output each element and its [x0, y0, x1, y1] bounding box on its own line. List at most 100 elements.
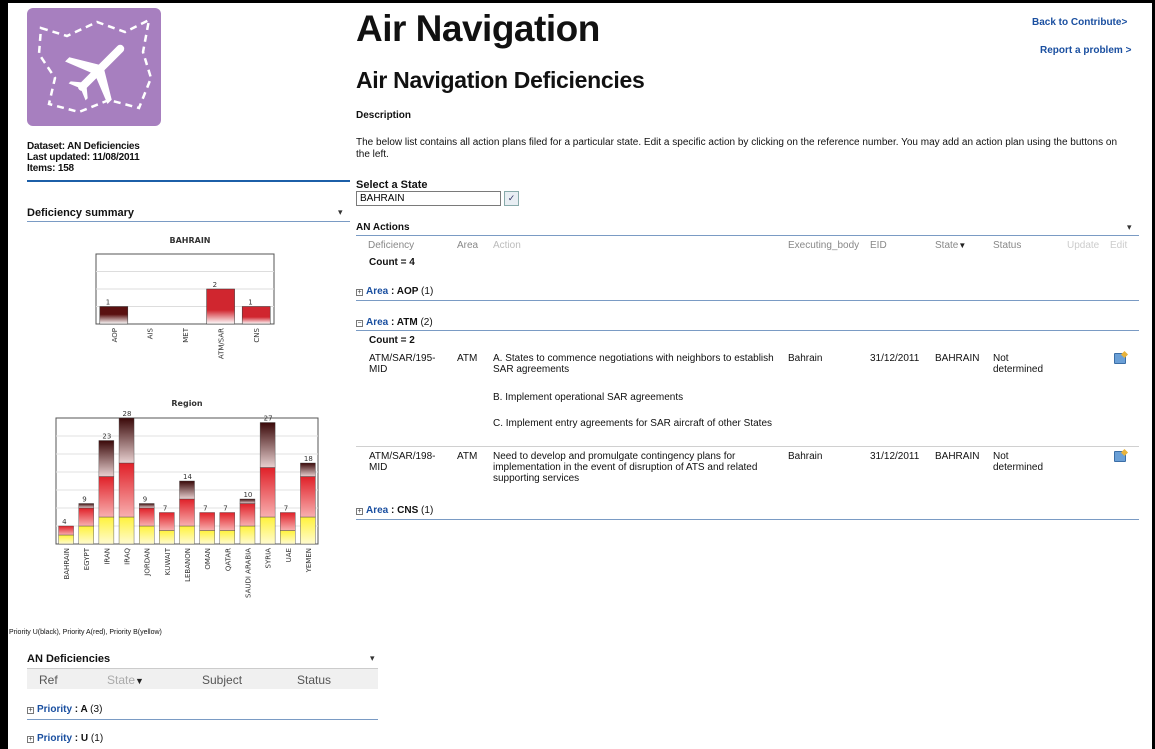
col-status[interactable]: Status: [297, 673, 331, 687]
group-rule: [356, 300, 1139, 301]
page-title: Air Navigation: [356, 8, 600, 49]
bar-priority-b: [280, 530, 296, 545]
group-label: Priority: [37, 733, 73, 744]
filter-icon[interactable]: ▼: [135, 676, 144, 686]
col-ref[interactable]: Ref: [39, 673, 58, 687]
group-count: (1): [421, 505, 434, 516]
actions-panel-menu-icon[interactable]: ▾: [1127, 222, 1132, 233]
data-label: 7: [284, 505, 288, 513]
col-update[interactable]: Update: [1067, 240, 1099, 251]
tick-label: AOP: [111, 328, 119, 342]
tick-label: AIS: [146, 327, 154, 339]
bar-priority-b: [239, 525, 256, 545]
col-edit[interactable]: Edit: [1110, 240, 1127, 251]
group-count-line: Count = 2: [369, 335, 415, 346]
bar-priority-b: [159, 530, 175, 545]
summary-panel-menu-icon[interactable]: ▾: [338, 207, 343, 218]
row-1-deficiency-link[interactable]: ATM/SAR/195-MID: [369, 353, 449, 375]
row-2-eid: 31/12/2011: [870, 451, 920, 462]
group-area-aop[interactable]: + Area : AOP (1): [356, 286, 433, 297]
edit-icon[interactable]: [1114, 451, 1126, 462]
state-select-input[interactable]: [356, 191, 501, 206]
group-value: ATM: [396, 317, 418, 328]
actions-panel-rule: [356, 235, 1139, 236]
col-eid[interactable]: EID: [870, 240, 887, 251]
data-label: 28: [123, 410, 132, 418]
data-label: 10: [243, 491, 252, 499]
col-subject[interactable]: Subject: [202, 673, 242, 687]
tick-label: IRAQ: [124, 548, 132, 565]
group-value: U: [80, 733, 89, 744]
tick-label: QATAR: [224, 548, 232, 571]
row-2-action: Need to develop and promulgate contingen…: [493, 451, 758, 484]
region-chart: Region 4 BAHRAIN 9 EGYPT 23 IRAN 28 IRAQ 9 JORDAN 7…: [55, 399, 319, 598]
bar: [241, 306, 271, 325]
row-1-action-c: C. Implement entry agreements for SAR ai…: [493, 418, 773, 429]
bar-priority-u: [239, 498, 256, 504]
bar-priority-u: [138, 503, 155, 509]
col-area[interactable]: Area: [457, 240, 478, 251]
bar-priority-b: [118, 516, 135, 545]
row-1-action-b: B. Implement operational SAR agreements: [493, 392, 684, 403]
group-area-atm[interactable]: − Area : ATM (2): [356, 317, 433, 328]
data-label: 2: [213, 281, 217, 289]
data-label: 7: [163, 505, 167, 513]
group-count: (1): [421, 286, 434, 297]
data-label: 14: [183, 473, 192, 481]
group-value: CNS: [397, 505, 419, 516]
dataset-name: Dataset: AN Deficiencies: [27, 141, 140, 152]
bar-priority-a: [199, 512, 215, 531]
report-problem-link[interactable]: Report a problem >: [1040, 45, 1131, 56]
col-action[interactable]: Action: [493, 240, 521, 251]
deficiencies-panel-menu-icon[interactable]: ▾: [370, 653, 375, 664]
group-value: A: [80, 704, 88, 715]
actions-count: Count = 4: [369, 257, 415, 268]
col-status-actions[interactable]: Status: [993, 240, 1021, 251]
bar-priority-b: [300, 516, 316, 545]
bar-priority-a: [58, 525, 74, 536]
row-1-eid: 31/12/2011: [870, 353, 920, 364]
col-deficiency[interactable]: Deficiency: [368, 240, 414, 251]
row-2-status: Not determined: [993, 451, 1044, 473]
bar-priority-u: [179, 480, 195, 500]
bar-priority-a: [138, 507, 155, 527]
row-2-deficiency-link[interactable]: ATM/SAR/198-MID: [369, 451, 449, 473]
col-state-actions[interactable]: State▼: [935, 240, 966, 251]
data-label: 27: [264, 415, 273, 423]
expand-icon[interactable]: +: [27, 707, 34, 714]
tick-label: MET: [182, 327, 190, 342]
deficiencies-header-row: Ref State▼ Subject Status: [27, 668, 378, 689]
tick-label: CNS: [253, 327, 261, 342]
bar-priority-a: [280, 512, 296, 531]
page-subtitle: Air Navigation Deficiencies: [356, 67, 645, 93]
back-to-contribute-link[interactable]: Back to Contribute>: [1032, 17, 1127, 28]
group-rule: [27, 719, 378, 720]
bar-priority-a: [300, 476, 316, 518]
edit-icon[interactable]: [1114, 353, 1126, 364]
expand-icon[interactable]: +: [27, 736, 34, 743]
tick-label: JORDAN: [144, 548, 152, 577]
expand-icon[interactable]: +: [356, 289, 363, 296]
bar-priority-u: [259, 422, 276, 468]
bar-priority-b: [138, 525, 155, 545]
group-priority-a[interactable]: + Priority : A (3): [27, 704, 102, 715]
row-1-action-a: A. States to commence negotiations with …: [493, 353, 774, 375]
group-area-cns[interactable]: + Area : CNS (1): [356, 505, 433, 516]
deficiencies-panel-title: AN Deficiencies: [27, 653, 111, 665]
state-select-label: Select a State: [356, 179, 428, 191]
filter-icon[interactable]: ▼: [958, 241, 966, 250]
group-sep: :: [72, 704, 81, 715]
col-state[interactable]: State▼: [107, 673, 144, 687]
bar-priority-a: [239, 503, 256, 527]
summary-panel-title: Deficiency summary: [27, 207, 134, 219]
group-priority-u[interactable]: + Priority : U (1): [27, 733, 103, 744]
group-rule: [356, 330, 1139, 331]
bar-priority-b: [259, 516, 276, 545]
group-count: (2): [420, 317, 433, 328]
tick-label: YEMEN: [305, 548, 313, 573]
tick-label: SYRIA: [265, 548, 273, 569]
collapse-icon[interactable]: −: [356, 320, 363, 327]
expand-icon[interactable]: +: [356, 508, 363, 515]
state-picker-icon[interactable]: ✓: [504, 191, 519, 206]
col-executing-body[interactable]: Executing_body: [788, 240, 859, 251]
